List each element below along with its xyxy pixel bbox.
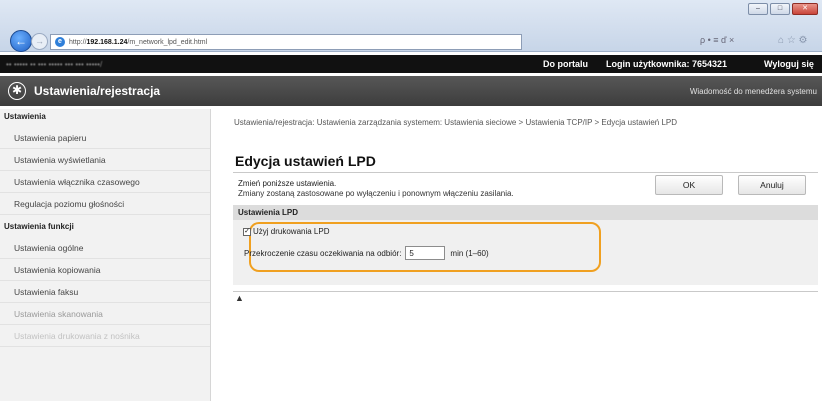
sidebar-item-copy[interactable]: Ustawienia kopiowania [0,259,210,281]
minimize-icon[interactable]: – [748,3,768,15]
main-content: Ustawienia/rejestracja: Ustawienia zarzą… [211,109,822,401]
back-arrow-icon[interactable]: ← [10,30,32,52]
restart-note: Zmiany zostaną zastosowane po wyłączeniu… [238,189,514,198]
timeout-unit: min (1–60) [450,248,489,258]
header-title: Ustawienia/rejestracja [34,84,161,98]
sidebar-item-scan[interactable]: Ustawienia skanowania [0,303,210,325]
divider [233,172,818,173]
section-title: Ustawienia LPD [233,205,818,220]
breadcrumb: Ustawienia/rejestracja: Ustawienia zarzą… [234,118,678,127]
login-user-info: Login użytkownika: 7654321 [606,59,728,69]
lpd-settings-section: Ustawienia LPD ✓ Użyj drukowania LPD Prz… [233,205,818,285]
timeout-row: Przekroczenie czasu oczekiwania na odbió… [244,246,489,260]
sidebar-item-timer[interactable]: Ustawienia włącznika czasowego [0,171,210,193]
sidebar-group-functions: Ustawienia funkcji [4,222,74,231]
window-controls: – □ ✕ [748,3,818,15]
forward-arrow-icon[interactable]: → [31,33,48,50]
sidebar-item-volume[interactable]: Regulacja poziomu głośności [0,193,210,215]
browser-logo-icon: e [55,37,65,47]
maximize-icon[interactable]: □ [770,3,790,15]
use-lpd-label: Użyj drukowania LPD [253,227,330,236]
timeout-input[interactable] [405,246,446,260]
url-prefix: http:// [69,38,87,46]
admin-message-link[interactable]: Wiadomość do menedżera systemu [690,87,817,96]
instruction-text: Zmień poniższe ustawienia. [238,179,337,188]
url-path: /m_network_lpd_edit.html [127,38,208,46]
scroll-top-icon[interactable]: ▲ [235,293,244,303]
page-title: Edycja ustawień LPD [235,153,376,169]
sidebar-item-fax[interactable]: Ustawienia faksu [0,281,210,303]
address-tools-icon[interactable]: ρ • ≡ ď × [700,35,734,45]
settings-header: ✱ Ustawienia/rejestracja Wiadomość do me… [0,76,822,106]
sidebar-item-media-print[interactable]: Ustawienia drukowania z nośnika [0,325,210,347]
portal-link[interactable]: Do portalu [543,59,588,69]
settings-gear-icon: ✱ [8,82,26,100]
divider-bottom [233,291,818,292]
logout-link[interactable]: Wyloguj się [764,59,814,69]
timeout-label: Przekroczenie czasu oczekiwania na odbió… [244,248,402,258]
use-lpd-row: ✓ Użyj drukowania LPD [243,227,329,236]
ok-button[interactable]: OK [655,175,723,195]
browser-chrome: – □ ✕ ← → e http://192.168.1.24/m_networ… [0,0,822,52]
close-icon[interactable]: ✕ [792,3,818,15]
cancel-button[interactable]: Anuluj [738,175,806,195]
url-host: 192.168.1.24 [86,38,128,46]
sidebar: Ustawienia Ustawienia papieru Ustawienia… [0,109,211,401]
sidebar-item-paper[interactable]: Ustawienia papieru [0,127,210,149]
device-model: •• ••••• •• ••• ••••• ••• ••• •••••/ [6,59,103,69]
use-lpd-checkbox[interactable]: ✓ [243,227,251,236]
favorites-tools-icon[interactable]: ⌂ ☆ ⚙ [778,35,808,46]
address-bar[interactable]: e http://192.168.1.24/m_network_lpd_edit… [50,34,522,50]
sidebar-item-general[interactable]: Ustawienia ogólne [0,237,210,259]
top-bar: •• ••••• •• ••• ••••• ••• ••• •••••/ Do … [0,55,822,73]
sidebar-group-settings: Ustawienia [4,112,46,121]
sidebar-item-display[interactable]: Ustawienia wyświetlania [0,149,210,171]
